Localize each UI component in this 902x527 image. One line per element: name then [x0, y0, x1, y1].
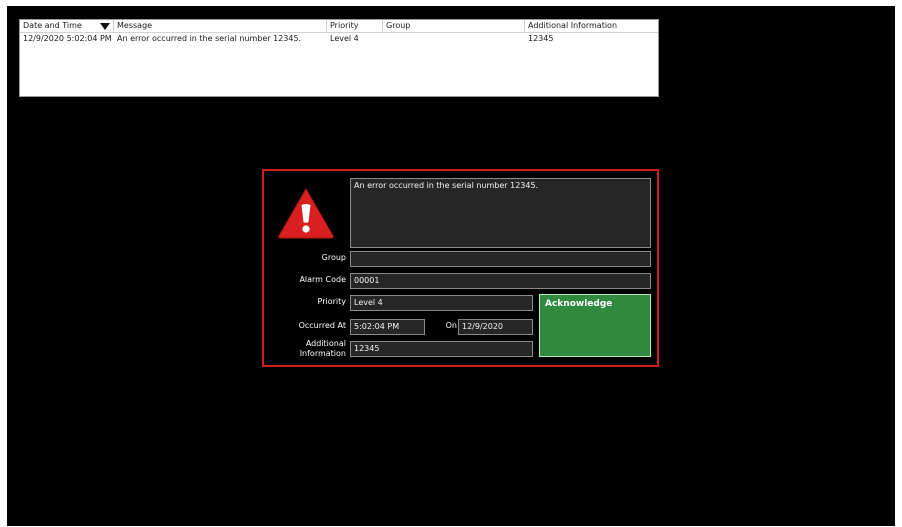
priority-label: Priority	[317, 297, 346, 306]
column-header-label: Date and Time	[23, 21, 82, 30]
additional-label-line-1: Additional	[305, 339, 346, 348]
cell-group	[383, 33, 525, 45]
alarm-code-label: Alarm Code	[299, 275, 346, 284]
alarm-popup: An error occurred in the serial number 1…	[262, 169, 659, 367]
cell-message: An error occurred in the serial number 1…	[117, 34, 302, 43]
cell-datetime: 12/9/2020 5:02:04 PM	[23, 34, 112, 43]
priority-field: Level 4	[350, 295, 533, 311]
group-field	[350, 251, 651, 267]
on-date-field: 12/9/2020	[458, 319, 533, 335]
hmi-screen: Date and Time Message Priority Group Add…	[7, 6, 895, 526]
table-row[interactable]: 12/9/2020 5:02:04 PM An error occurred i…	[20, 33, 658, 45]
column-header-message[interactable]: Message	[114, 20, 327, 32]
column-header-datetime[interactable]: Date and Time	[20, 20, 114, 32]
group-label: Group	[321, 253, 346, 262]
occurred-at-field: 5:02:04 PM	[350, 319, 425, 335]
additional-information-field: 12345	[350, 341, 533, 357]
alarm-code-field: 00001	[350, 273, 651, 289]
table-header: Date and Time Message Priority Group Add…	[20, 20, 658, 33]
alarm-table[interactable]: Date and Time Message Priority Group Add…	[19, 19, 659, 97]
column-header-priority[interactable]: Priority	[327, 20, 383, 32]
warning-triangle-icon	[278, 187, 334, 239]
alarm-message-box: An error occurred in the serial number 1…	[350, 178, 651, 248]
acknowledge-button[interactable]: Acknowledge	[539, 294, 651, 357]
additional-label-line-2: Information	[299, 349, 346, 358]
occurred-at-label: Occurred At	[298, 321, 346, 330]
on-label: On	[445, 321, 457, 330]
additional-information-label: Additional Information	[274, 339, 346, 359]
cell-priority: Level 4	[330, 34, 359, 43]
cell-additional: 12345	[528, 34, 554, 43]
sort-descending-icon[interactable]	[100, 23, 110, 30]
column-header-additional[interactable]: Additional Information	[525, 20, 658, 32]
column-header-group[interactable]: Group	[383, 20, 525, 32]
